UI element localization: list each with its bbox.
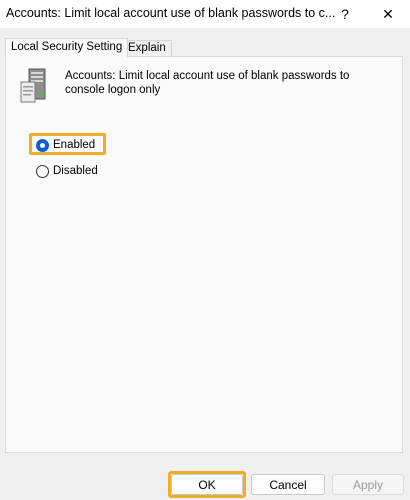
disabled-radio[interactable] — [36, 164, 49, 178]
disabled-label: Disabled — [53, 165, 98, 177]
title-bar: Accounts: Limit local account use of bla… — [0, 0, 410, 28]
enabled-label: Enabled — [53, 139, 96, 151]
enabled-option[interactable]: Enabled — [36, 137, 95, 153]
window-title: Accounts: Limit local account use of bla… — [6, 6, 336, 20]
apply-button[interactable]: Apply — [332, 474, 404, 495]
close-button[interactable]: ✕ — [376, 4, 400, 24]
ok-button[interactable]: OK — [171, 474, 243, 495]
help-button[interactable]: ? — [333, 4, 357, 24]
disabled-option[interactable]: Disabled — [36, 163, 98, 179]
policy-description: Accounts: Limit local account use of bla… — [65, 70, 350, 96]
enabled-radio[interactable] — [36, 138, 49, 152]
server-policy-icon — [20, 68, 46, 103]
cancel-button[interactable]: Cancel — [251, 474, 325, 495]
settings-panel: Accounts: Limit local account use of bla… — [5, 56, 403, 453]
tab-explain[interactable]: Explain — [122, 40, 172, 56]
tab-local-security-setting[interactable]: Local Security Setting — [5, 38, 129, 57]
